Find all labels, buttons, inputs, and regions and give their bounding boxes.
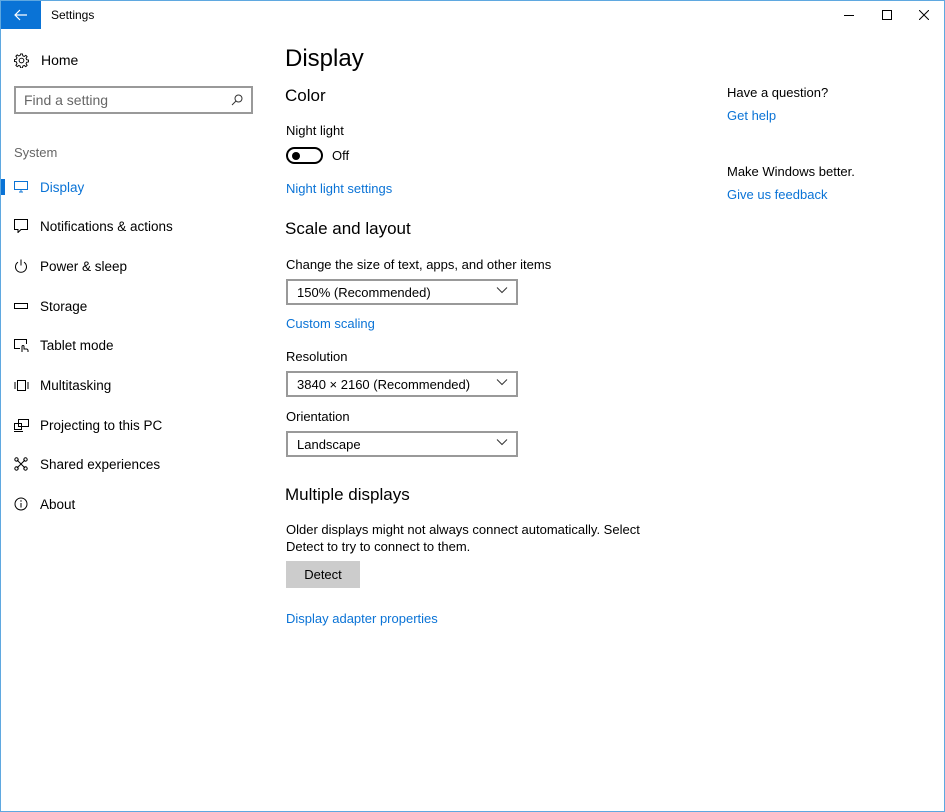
search-icon[interactable] xyxy=(231,94,243,106)
sidebar-item-label: Display xyxy=(40,179,85,195)
orientation-value: Landscape xyxy=(297,436,361,452)
maximize-icon xyxy=(882,10,892,20)
sidebar-item-power-sleep[interactable]: Power & sleep xyxy=(1,248,266,284)
night-light-state: Off xyxy=(332,148,350,163)
chevron-down-icon xyxy=(496,439,508,446)
night-light-label: Night light xyxy=(286,123,344,138)
title-bar: Settings xyxy=(1,1,944,29)
sidebar-item-about[interactable]: About xyxy=(1,486,266,522)
selection-indicator xyxy=(1,179,5,195)
multitasking-icon xyxy=(13,377,29,393)
orientation-dropdown[interactable]: Landscape xyxy=(286,431,518,457)
scale-dropdown[interactable]: 150% (Recommended) xyxy=(286,279,518,305)
sidebar-item-tablet-mode[interactable]: Tablet mode xyxy=(1,327,266,363)
resolution-value: 3840 × 2160 (Recommended) xyxy=(297,376,471,392)
sidebar-item-label: Tablet mode xyxy=(40,337,114,353)
storage-icon xyxy=(13,298,29,314)
sidebar-item-display[interactable]: Display xyxy=(1,169,266,205)
resolution-label: Resolution xyxy=(286,349,348,364)
sidebar-item-label: Multitasking xyxy=(40,377,112,393)
question-text: Have a question? xyxy=(727,85,829,100)
back-button[interactable] xyxy=(1,1,41,29)
section-heading-scale-layout: Scale and layout xyxy=(285,219,411,238)
search-box[interactable] xyxy=(14,86,253,114)
close-button[interactable] xyxy=(905,1,943,29)
minimize-icon xyxy=(844,15,854,16)
monitor-icon xyxy=(13,179,29,195)
power-icon xyxy=(13,258,29,274)
custom-scaling-link[interactable]: Custom scaling xyxy=(286,316,375,331)
sidebar-item-label: Shared experiences xyxy=(40,456,161,472)
shared-experiences-icon xyxy=(13,456,29,472)
section-heading-multiple-displays: Multiple displays xyxy=(285,485,410,504)
sidebar-item-label: Storage xyxy=(40,298,88,314)
arrow-left-icon xyxy=(14,9,27,21)
sidebar-item-label: Notifications & actions xyxy=(40,218,173,234)
chevron-down-icon xyxy=(496,379,508,386)
detect-button[interactable]: Detect xyxy=(286,561,360,588)
scale-value: 150% (Recommended) xyxy=(297,284,431,300)
sidebar-item-notifications[interactable]: Notifications & actions xyxy=(1,208,266,244)
sidebar-item-storage[interactable]: Storage xyxy=(1,288,266,324)
chevron-down-icon xyxy=(496,287,508,294)
section-label-system: System xyxy=(14,145,58,160)
give-feedback-link[interactable]: Give us feedback xyxy=(727,187,827,202)
minimize-button[interactable] xyxy=(830,1,868,29)
night-light-toggle[interactable] xyxy=(286,147,323,164)
multiple-displays-description-line1: Older displays might not always connect … xyxy=(286,522,640,537)
close-icon xyxy=(919,10,929,20)
sidebar-item-multitasking[interactable]: Multitasking xyxy=(1,367,266,403)
sidebar-item-label: Projecting to this PC xyxy=(40,417,163,433)
search-input[interactable] xyxy=(24,92,231,108)
get-help-link[interactable]: Get help xyxy=(727,108,776,123)
maximize-button[interactable] xyxy=(868,1,906,29)
sidebar-item-shared-experiences[interactable]: Shared experiences xyxy=(1,446,266,482)
orientation-label: Orientation xyxy=(286,409,350,424)
resolution-dropdown[interactable]: 3840 × 2160 (Recommended) xyxy=(286,371,518,397)
scale-label: Change the size of text, apps, and other… xyxy=(286,257,552,272)
night-light-settings-link[interactable]: Night light settings xyxy=(286,181,392,196)
sidebar-item-label: Power & sleep xyxy=(40,258,128,274)
multiple-displays-description-line2: Detect to try to connect to them. xyxy=(286,539,471,554)
sidebar-item-label: About xyxy=(40,496,76,512)
toggle-knob xyxy=(292,152,300,160)
sidebar-item-projecting[interactable]: Projecting to this PC xyxy=(1,407,266,443)
display-adapter-properties-link[interactable]: Display adapter properties xyxy=(286,611,438,626)
app-title: Settings xyxy=(51,8,95,22)
info-icon xyxy=(13,496,29,512)
tablet-mode-icon xyxy=(13,337,29,353)
make-windows-better-text: Make Windows better. xyxy=(727,164,855,179)
home-label: Home xyxy=(41,52,79,68)
home-nav[interactable]: Home xyxy=(14,52,78,68)
gear-icon xyxy=(14,52,29,68)
settings-window: Settings Home System D xyxy=(0,0,945,812)
notification-icon xyxy=(13,218,29,234)
page-title: Display xyxy=(285,45,364,72)
section-heading-color: Color xyxy=(285,86,326,105)
projecting-icon xyxy=(13,417,29,433)
